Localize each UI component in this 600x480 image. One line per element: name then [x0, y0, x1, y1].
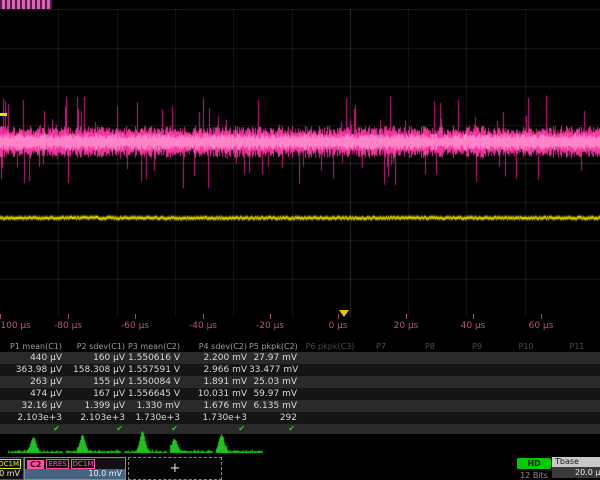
measure-cell: 2.103e+3 [64, 412, 127, 424]
measure-cell: 1.891 mV [182, 376, 249, 388]
measure-table: P1 mean(C1)440 µV363.98 µV263 µV474 µV32… [0, 341, 600, 435]
time-axis-label: 20 µs [394, 321, 419, 331]
measure-cell: 2.103e+3 [0, 412, 64, 424]
measure-cell: 2.966 mV [182, 364, 249, 376]
measure-cell: 1.550084 V [127, 376, 182, 388]
c1-coupling-tag: DC1M [0, 459, 21, 469]
measure-cell: 2.200 mV [182, 352, 249, 364]
time-axis: -100 µs -80 µs -60 µs -40 µs -20 µs 0 µs 20 µs… [0, 318, 600, 334]
time-axis-label: -60 µs [121, 321, 149, 331]
add-channel-button[interactable]: + [128, 457, 222, 480]
oscilloscope-screen: -100 µs -80 µs -60 µs -40 µs -20 µs 0 µs 20 µs… [0, 0, 600, 480]
time-axis-label: -40 µs [189, 321, 217, 331]
measure-cell: 27.97 mV [249, 352, 299, 364]
measure-column: P2 sdev(C1)160 µV158.308 µV155 µV167 µV1… [64, 341, 127, 434]
measure-header[interactable]: P3 mean(C2) [127, 341, 182, 352]
time-axis-label: -100 µs [0, 321, 31, 331]
measure-header-inactive[interactable]: P6 pkpk(C3) [306, 341, 355, 352]
measure-header[interactable]: P4 sdev(C2) [182, 341, 249, 352]
measure-header[interactable]: P2 sdev(C1) [64, 341, 127, 352]
time-axis-tick [270, 314, 271, 319]
time-axis-tick [0, 314, 1, 319]
measure-cell: 440 µV [0, 352, 64, 364]
measure-cell: 1.550616 V [127, 352, 182, 364]
measure-cell: 10.031 mV [182, 388, 249, 400]
time-axis-tick [135, 314, 136, 319]
trigger-position-icon[interactable] [339, 310, 349, 317]
time-axis-tick [541, 314, 542, 319]
measure-cell: 292 [249, 412, 299, 424]
measure-cell: 1.676 mV [182, 400, 249, 412]
measure-header-inactive[interactable]: P9 [472, 341, 482, 352]
measure-cell: 363.98 µV [0, 364, 64, 376]
time-axis-tick [406, 314, 407, 319]
channel-level-marker-icon [0, 113, 7, 116]
time-axis-label: -20 µs [256, 321, 284, 331]
measure-cell: 1.330 mV [127, 400, 182, 412]
measure-cell: 263 µV [0, 376, 64, 388]
measure-header-inactive[interactable]: P7 [376, 341, 386, 352]
hd-mode-badge[interactable]: HD [517, 458, 551, 469]
measure-cell: 25.03 mV [249, 376, 299, 388]
time-axis-tick [203, 314, 204, 319]
histicons [0, 430, 600, 456]
measure-column: P3 mean(C2)1.550616 V1.557591 V1.550084 … [127, 341, 182, 434]
menu-badge[interactable] [0, 0, 52, 9]
measure-column: P1 mean(C1)440 µV363.98 µV263 µV474 µV32… [0, 341, 64, 434]
measure-cell: 1.730e+3 [127, 412, 182, 424]
measure-cell: 1.557591 V [127, 364, 182, 376]
timebase-label: Tbase [552, 457, 600, 467]
c2-scale-value: 10.0 mV [25, 469, 125, 479]
measure-cell: 1.730e+3 [182, 412, 249, 424]
measure-cell: 1.399 µV [64, 400, 127, 412]
time-axis-tick [68, 314, 69, 319]
measure-cell: 160 µV [64, 352, 127, 364]
c2-coupling-tag: DC1M [71, 459, 96, 469]
measure-cell: 474 µV [0, 388, 64, 400]
c2-eres-tag: ERES [46, 459, 68, 469]
measure-header[interactable]: P1 mean(C1) [0, 341, 64, 352]
measure-column: P4 sdev(C2)2.200 mV2.966 mV1.891 mV10.03… [182, 341, 249, 434]
waveform-display[interactable] [0, 9, 600, 317]
measure-cell: 59.97 mV [249, 388, 299, 400]
measure-cell: 6.135 mV [249, 400, 299, 412]
measure-header-inactive[interactable]: P11 [569, 341, 584, 352]
time-axis-tick [473, 314, 474, 319]
time-axis-label: 40 µs [461, 321, 486, 331]
timebase-descriptor[interactable]: Tbase 20.0 µs [552, 457, 600, 478]
channel-c1-descriptor[interactable]: DC1M 0 mV [0, 457, 24, 480]
measure-cell: 1.556645 V [127, 388, 182, 400]
measure-cell: 158.308 µV [64, 364, 127, 376]
measure-header-inactive[interactable]: P10 [518, 341, 533, 352]
c2-badge: C2 [27, 460, 44, 469]
time-axis-label: -80 µs [54, 321, 82, 331]
measure-cell: 167 µV [64, 388, 127, 400]
timebase-value: 20.0 µs [552, 467, 600, 478]
measure-header-inactive[interactable]: P8 [425, 341, 435, 352]
measure-header[interactable]: P5 pkpk(C2) [249, 341, 299, 352]
measure-cell: 33.477 mV [249, 364, 299, 376]
hd-bits-label: 12 Bits [517, 471, 551, 480]
measure-column: P5 pkpk(C2)27.97 mV33.477 mV25.03 mV59.9… [249, 341, 299, 434]
c1-scale-value: 0 mV [0, 469, 23, 479]
measure-cell: 155 µV [64, 376, 127, 388]
measure-cell: 32.16 µV [0, 400, 64, 412]
time-axis-label: 60 µs [529, 321, 554, 331]
time-axis-label: 0 µs [328, 321, 347, 331]
channel-c2-descriptor[interactable]: C2 ERES DC1M 10.0 mV [24, 457, 126, 480]
